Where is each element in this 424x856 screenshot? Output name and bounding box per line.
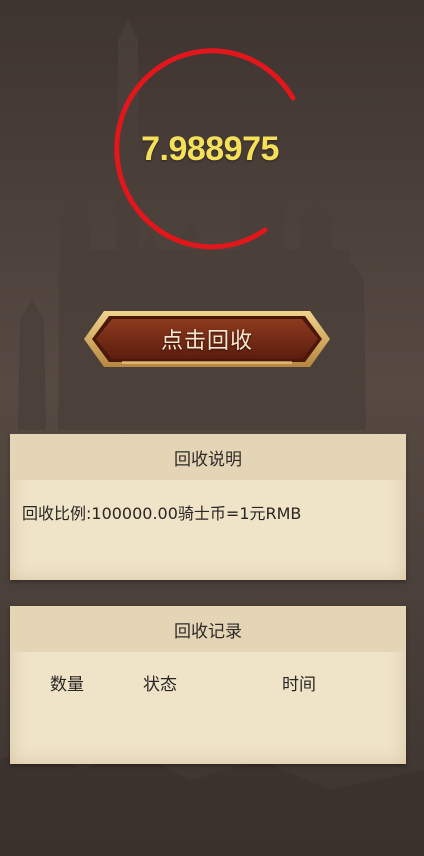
records-panel-title: 回收记录 (10, 606, 406, 652)
column-header-time: 时间 (282, 675, 316, 695)
claim-button[interactable]: 点击回收 (82, 305, 332, 373)
claim-button-label: 点击回收 (160, 329, 253, 354)
column-header-status: 状态 (143, 675, 177, 695)
balance-value: 7.988975 (141, 130, 279, 168)
column-header-quantity: 数量 (50, 675, 84, 695)
recycle-ratio-text: 回收比例:100000.00骑士币=1元RMB (22, 504, 302, 523)
recycle-info-panel: 回收说明 回收比例:100000.00骑士币=1元RMB (10, 434, 406, 580)
info-panel-title: 回收说明 (10, 434, 406, 480)
